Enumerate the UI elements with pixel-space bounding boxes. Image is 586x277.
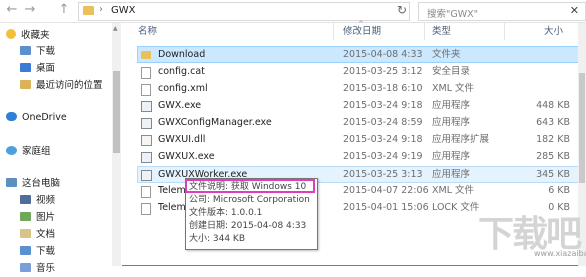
pictures-folder-icon [20, 212, 31, 221]
nav-pictures[interactable]: 图片 [20, 210, 55, 226]
nav-recent[interactable]: 最近访问的位置 [20, 78, 103, 94]
security-catalog-icon [141, 67, 151, 79]
address-bar[interactable]: › GWX ↻ [78, 2, 410, 21]
application-icon [141, 170, 152, 181]
folder-icon [83, 6, 94, 15]
nav-videos[interactable]: 视频 [20, 193, 55, 209]
video-folder-icon [20, 195, 31, 204]
nav-scrollbar[interactable]: ▲ [112, 23, 121, 266]
breadcrumb-gwx[interactable]: GWX [111, 5, 136, 16]
homegroup-icon [6, 146, 17, 155]
column-size[interactable]: 大小 [544, 23, 563, 40]
address-toolbar: ← → ↑ › GWX ↻ 搜索"GWX" ✕ [0, 0, 586, 23]
nav-homegroup[interactable]: 家庭组 [6, 144, 51, 160]
lock-file-icon [141, 203, 151, 215]
nav-downloads-pc[interactable]: 下载 [20, 244, 55, 260]
table-row[interactable]: GWXUI.dll 2015-03-24 9:18 应用程序扩展 182 KB [138, 132, 578, 148]
table-row[interactable]: GWXConfigManager.exe 2015-03-24 8:59 应用程… [138, 115, 578, 131]
application-icon [141, 118, 152, 129]
up-button[interactable]: ↑ [56, 2, 72, 18]
application-icon [141, 101, 152, 112]
nav-onedrive[interactable]: OneDrive [6, 110, 67, 126]
column-name[interactable]: 名称 [138, 23, 157, 40]
table-row[interactable]: config.xml 2015-03-18 6:10 XML 文件 [138, 81, 578, 97]
table-row[interactable]: GWXUX.exe 2015-03-24 9:19 应用程序 285 KB [138, 149, 578, 165]
scroll-up-icon[interactable]: ▲ [113, 25, 118, 32]
watermark-logo: 下载吧 www.xiazaiba.com [474, 205, 586, 261]
computer-icon [6, 178, 17, 187]
clear-search-icon[interactable]: ✕ [570, 4, 579, 17]
column-divider[interactable] [333, 23, 334, 40]
nav-documents[interactable]: 文档 [20, 227, 55, 243]
column-divider[interactable] [424, 23, 425, 40]
tooltip-created: 创建日期: 2015-04-08 4:33 [189, 221, 307, 231]
nav-thispc[interactable]: 这台电脑 [6, 176, 60, 192]
nav-favorites[interactable]: 收藏夹 [6, 28, 50, 44]
table-row[interactable]: Download 2015-04-08 4:33 文件夹 [137, 46, 579, 63]
nav-downloads[interactable]: 下载 [20, 44, 55, 60]
cloud-icon [6, 112, 17, 121]
tooltip-version: 文件版本: 1.0.0.1 [189, 208, 263, 218]
nav-scrollbar-thumb[interactable] [113, 71, 120, 153]
back-button[interactable]: ← [4, 2, 20, 18]
highlight-box [185, 179, 315, 193]
download-folder-icon [20, 246, 31, 255]
column-divider[interactable] [504, 23, 505, 40]
column-date[interactable]: 修改日期 [343, 23, 381, 40]
chevron-right-icon: › [99, 4, 103, 15]
tooltip-company: 公司: Microsoft Corporation [189, 195, 310, 205]
table-row[interactable]: GWX.exe 2015-03-24 9:18 应用程序 448 KB [138, 98, 578, 114]
file-list-scrollbar-thumb[interactable] [579, 73, 585, 183]
xml-file-icon [141, 186, 151, 198]
documents-folder-icon [20, 229, 31, 238]
star-icon [6, 29, 16, 39]
refresh-icon[interactable]: ↻ [397, 3, 407, 17]
folder-icon [141, 51, 151, 59]
xml-file-icon [141, 84, 151, 96]
search-placeholder: 搜索"GWX" [427, 9, 479, 20]
download-folder-icon [20, 46, 31, 55]
navigation-pane: 收藏夹 下载 桌面 最近访问的位置 OneDrive 家庭组 这台电脑 视频 图… [0, 23, 122, 274]
application-icon [141, 152, 152, 163]
music-folder-icon [20, 263, 31, 272]
search-input[interactable]: 搜索"GWX" ✕ [418, 2, 586, 21]
recent-places-icon [20, 80, 31, 89]
nav-desktop[interactable]: 桌面 [20, 61, 55, 77]
column-type[interactable]: 类型 [432, 23, 451, 40]
dll-icon [141, 135, 152, 146]
table-row[interactable]: config.cat 2015-03-25 3:12 安全目录 [138, 64, 578, 80]
desktop-icon [20, 63, 31, 72]
nav-music[interactable]: 音乐 [20, 261, 55, 277]
watermark-url: www.xiazaiba.com [534, 249, 586, 258]
tooltip-size: 大小: 344 KB [189, 234, 246, 244]
forward-button[interactable]: → [22, 2, 38, 18]
